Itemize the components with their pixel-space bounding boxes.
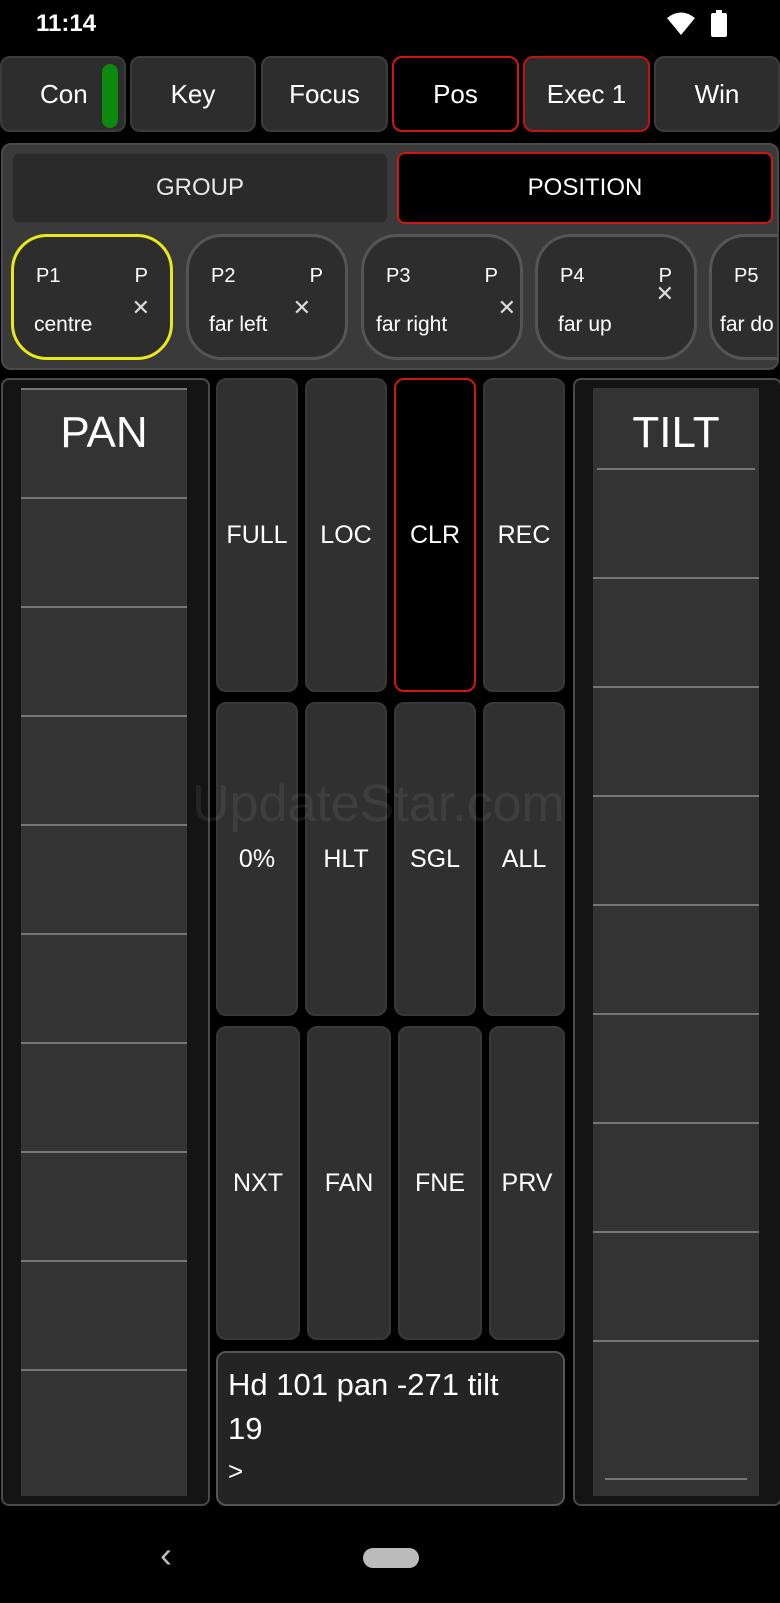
preset-id: P2 [211,265,236,287]
preset-name: far left [209,313,268,336]
tilt-fader[interactable]: TILT [573,378,780,1506]
clr-button[interactable]: CLR [394,378,476,692]
rec-button[interactable]: REC [483,378,565,692]
group-mode-button[interactable]: GROUP [11,152,389,224]
fader-tick [21,497,187,499]
position-mode-button[interactable]: POSITION [397,152,773,224]
fader-tick [21,1151,187,1153]
fader-tick [21,1260,187,1262]
tab-label: Exec 1 [546,78,627,109]
command-text-continued: 19 [228,1411,263,1446]
preset-type: P [484,265,498,287]
close-icon[interactable]: ✕ [498,295,516,321]
fader-tick [593,1231,759,1233]
connection-indicator [102,64,118,128]
tilt-label: TILT [632,408,720,457]
preset-type: P [134,265,148,287]
fader-tick [21,933,187,935]
nxt-button[interactable]: NXT [216,1026,300,1340]
preset-chip-p2[interactable]: P2 P ✕ far left [186,234,348,360]
prv-button[interactable]: PRV [489,1026,565,1340]
fader-tick [593,686,759,688]
tab-label: Win [694,78,740,109]
fan-button[interactable]: FAN [307,1026,391,1340]
battery-icon [711,10,727,37]
preset-id: P5 [734,265,759,287]
zero-percent-button[interactable]: 0% [216,702,298,1016]
fader-tick [597,468,755,470]
tab-label: Pos [433,78,478,109]
all-button[interactable]: ALL [483,702,565,1016]
fader-tick [605,1478,747,1480]
tab-bar: Con Key Focus Pos Exec 1 Win [0,56,780,136]
fader-tick [593,795,759,797]
tab-label: Key [170,78,216,109]
command-prompt: > [228,1456,244,1486]
fader-tick [593,1340,759,1342]
tilt-fader-track[interactable]: TILT [593,388,759,1496]
preset-list: P1 P ✕ centre P2 P ✕ far left P3 P ✕ far… [9,234,777,362]
tab-pos[interactable]: Pos [392,56,519,132]
preset-name: far do [720,313,774,336]
preset-name: far up [558,313,612,336]
close-icon[interactable]: ✕ [293,295,311,321]
preset-chip-p5[interactable]: P5 far do [709,234,777,360]
sgl-button[interactable]: SGL [394,702,476,1016]
command-line[interactable]: Hd 101 pan -271 tilt 19 > [216,1351,565,1506]
fader-tick [21,715,187,717]
tab-label: Con [40,78,88,109]
tab-exec-1[interactable]: Exec 1 [523,56,650,132]
home-pill-icon[interactable] [363,1548,419,1568]
navigation-bar: ‹ [0,1512,780,1603]
pan-fader[interactable]: PAN [1,378,210,1506]
fne-button[interactable]: FNE [398,1026,482,1340]
status-bar: 11:14 [0,0,780,52]
tab-focus[interactable]: Focus [261,56,388,132]
command-text: Hd 101 pan -271 tilt [228,1367,499,1402]
pan-fader-track[interactable]: PAN [21,388,187,1496]
loc-button[interactable]: LOC [305,378,387,692]
fader-tick [21,824,187,826]
tab-win[interactable]: Win [654,56,780,132]
fader-tick [593,1013,759,1015]
hlt-button[interactable]: HLT [305,702,387,1016]
fader-tick [593,577,759,579]
close-icon[interactable]: ✕ [656,281,674,307]
fader-tick [21,388,187,390]
fader-tick [21,606,187,608]
preset-id: P1 [36,265,61,287]
preset-chip-p4[interactable]: P4 P ✕ far up [535,234,697,360]
back-icon[interactable]: ‹ [160,1534,172,1576]
wifi-icon [667,12,695,35]
tab-key[interactable]: Key [130,56,256,132]
clock: 11:14 [36,10,97,37]
fader-tick [21,1042,187,1044]
fader-tick [593,1122,759,1124]
preset-chip-p1[interactable]: P1 P ✕ centre [11,234,173,360]
tab-label: Focus [289,78,360,109]
preset-name: centre [34,313,93,336]
tab-con[interactable]: Con [0,56,126,132]
preset-id: P4 [560,265,585,287]
pan-label: PAN [60,408,148,457]
fader-tick [593,904,759,906]
preset-id: P3 [386,265,411,287]
full-button[interactable]: FULL [216,378,298,692]
preset-type: P [309,265,323,287]
preset-name: far right [376,313,448,336]
fader-tick [21,1369,187,1371]
preset-panel: GROUP POSITION P1 P ✕ centre P2 P ✕ far … [1,143,779,370]
close-icon[interactable]: ✕ [132,295,150,321]
preset-chip-p3[interactable]: P3 P ✕ far right [361,234,523,360]
